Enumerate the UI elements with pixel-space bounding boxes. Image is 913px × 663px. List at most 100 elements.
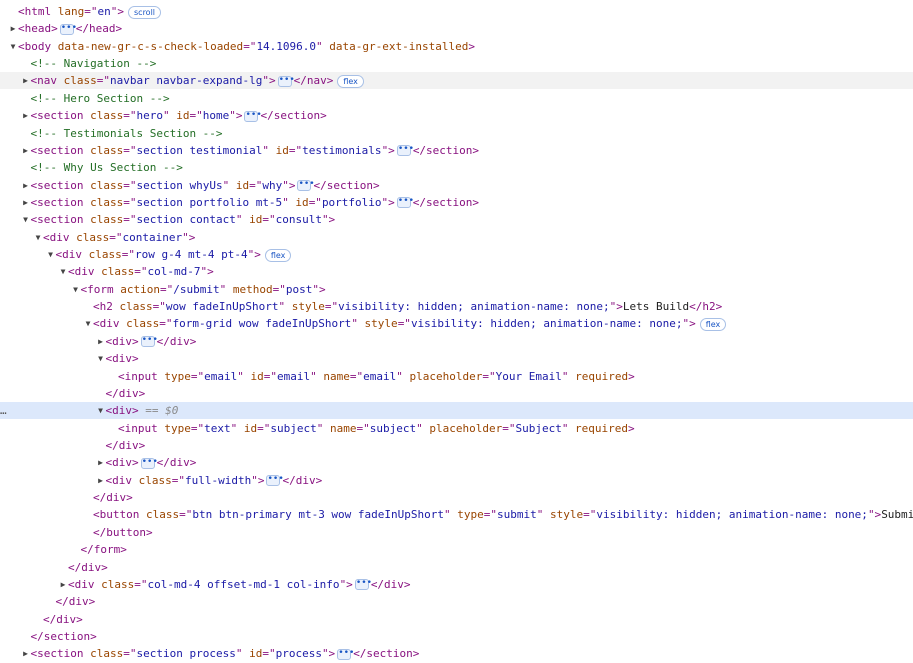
- triangle-right-icon[interactable]: ▶: [96, 454, 106, 471]
- triangle-right-icon[interactable]: ▶: [21, 72, 31, 89]
- triangle-right-icon[interactable]: ▶: [58, 576, 68, 593]
- triangle-right-icon[interactable]: ▶: [21, 107, 31, 124]
- ellipsis-icon[interactable]: •••: [244, 110, 262, 122]
- dom-node-row[interactable]: </form>: [0, 541, 913, 558]
- triangle-down-icon[interactable]: ▼: [96, 402, 106, 419]
- triangle-right-icon[interactable]: ▶: [96, 472, 106, 489]
- dom-node-row[interactable]: <!-- Testimonials Section -->: [0, 125, 913, 142]
- triangle-down-icon[interactable]: ▼: [58, 263, 68, 280]
- dom-node-row[interactable]: ▼ <div class="row g-4 mt-4 pt-4"> flex: [0, 246, 913, 263]
- tag-token: ": [316, 39, 323, 53]
- dom-node-row[interactable]: ▶ <nav class="navbar navbar-expand-lg"> ••…: [0, 72, 913, 90]
- triangle-right-icon[interactable]: ▶: [96, 333, 106, 350]
- tag-token: <head>: [18, 22, 58, 36]
- dom-node-row[interactable]: ▶ <div> •••</div>: [0, 454, 913, 471]
- ellipsis-icon[interactable]: •••: [396, 197, 414, 209]
- tag-token: =": [349, 369, 364, 383]
- dom-node-row[interactable]: <html lang="en"> scroll: [0, 3, 913, 20]
- dom-node-row[interactable]: <!-- Why Us Section -->: [0, 159, 913, 176]
- dom-node-row[interactable]: </section>: [0, 628, 913, 645]
- attribute-value: email: [204, 369, 238, 383]
- tag-token: =": [356, 421, 370, 435]
- triangle-right-icon[interactable]: ▶: [21, 177, 31, 194]
- ellipsis-icon[interactable]: •••: [140, 457, 158, 469]
- attribute-name: class: [139, 508, 180, 522]
- triangle-right-icon[interactable]: ▶: [21, 194, 31, 211]
- dom-node-row[interactable]: ▼ <form action="/submit" method="post">: [0, 281, 913, 298]
- dom-node-row[interactable]: ▼ <body data-new-gr-c-s-check-loaded="14.…: [0, 38, 913, 55]
- dom-node-row[interactable]: ▶ <div class="col-md-4 offset-md-1 col-in…: [0, 576, 913, 593]
- triangle-down-icon[interactable]: ▼: [21, 211, 31, 228]
- tag-token: ">: [381, 143, 395, 157]
- dom-node-row[interactable]: ▶ <section class="section whyUs" id="why"…: [0, 177, 913, 194]
- tag-token: <form: [80, 282, 114, 296]
- dom-node-row-selected[interactable]: … ▼ <div> == $0: [0, 402, 913, 420]
- flex-badge[interactable]: flex: [337, 74, 364, 88]
- dom-node-row[interactable]: </div>: [0, 437, 913, 454]
- flex-badge[interactable]: flex: [699, 317, 727, 331]
- dom-node-row[interactable]: ▶ <section class="section portfolio mt-5"…: [0, 194, 913, 211]
- dom-node-row[interactable]: ▶ <section class="hero" id="home"> •••</se…: [0, 107, 913, 124]
- ellipsis-icon[interactable]: •••: [59, 23, 77, 35]
- triangle-down-icon[interactable]: ▼: [96, 350, 106, 367]
- tag-token: =": [272, 282, 286, 296]
- ellipsis-icon[interactable]: •••: [266, 475, 284, 487]
- attribute-value: home: [202, 109, 230, 123]
- triangle-down-icon[interactable]: ▼: [83, 315, 93, 332]
- selected-node-reference: == $0: [138, 404, 179, 418]
- flex-badge[interactable]: flex: [264, 248, 292, 262]
- dom-node-row[interactable]: <h2 class="wow fadeInUpShort" style="vis…: [0, 298, 913, 315]
- ellipsis-icon[interactable]: •••: [354, 579, 372, 591]
- dom-node-row[interactable]: <!-- Hero Section -->: [0, 90, 913, 107]
- ellipsis-icon[interactable]: •••: [277, 75, 295, 87]
- attribute-value: btn btn-primary mt-3 wow fadeInUpShort: [192, 508, 445, 522]
- dom-node-row[interactable]: ▶ <div class="full-width"> •••</div>: [0, 472, 913, 489]
- tag-token: </section>: [412, 195, 480, 209]
- tag-token: </div>: [55, 595, 96, 609]
- triangle-right-icon[interactable]: ▶: [21, 645, 31, 662]
- dom-node-row[interactable]: <input type="email" id="email" name="ema…: [0, 368, 913, 385]
- dom-node-row[interactable]: ▶ <div> •••</div>: [0, 333, 913, 350]
- elements-dom-tree[interactable]: <html lang="en"> scroll ▶ <head> •••</head> ▼…: [0, 0, 913, 663]
- triangle-down-icon[interactable]: ▼: [46, 246, 56, 263]
- attribute-value: wow fadeInUpShort: [165, 300, 279, 314]
- dom-node-row[interactable]: ▼ <div class="col-md-7">: [0, 263, 913, 280]
- dom-node-row[interactable]: <!-- Navigation -->: [0, 55, 913, 72]
- triangle-right-icon[interactable]: ▶: [21, 142, 31, 159]
- tag-token: =": [123, 109, 137, 123]
- row-menu-icon[interactable]: …: [0, 402, 7, 419]
- ellipsis-icon[interactable]: •••: [396, 145, 414, 157]
- ellipsis-icon[interactable]: •••: [297, 180, 315, 192]
- dom-node-row[interactable]: ▶ <section class="section testimonial" id…: [0, 142, 913, 159]
- triangle-down-icon[interactable]: ▼: [71, 281, 81, 298]
- dom-node-row[interactable]: </button>: [0, 524, 913, 541]
- attribute-name: class: [132, 473, 172, 487]
- dom-node-row[interactable]: </div>: [0, 489, 913, 506]
- dom-node-row[interactable]: </div>: [0, 611, 913, 628]
- dom-node-row[interactable]: ▶ <head> •••</head>: [0, 20, 913, 37]
- dom-node-row[interactable]: <button class="btn btn-primary mt-3 wow …: [0, 506, 913, 523]
- tag-token: </h2>: [689, 300, 723, 314]
- attribute-name: data-gr-ext-installed: [322, 39, 469, 53]
- dom-node-row[interactable]: ▼ <section class="section contact" id="co…: [0, 211, 913, 228]
- attribute-name: type: [157, 421, 191, 435]
- dom-node-row[interactable]: ▼ <div class="form-grid wow fadeInUpShort…: [0, 315, 913, 332]
- attribute-value: section whyUs: [136, 178, 223, 192]
- dom-node-row[interactable]: </div>: [0, 385, 913, 402]
- triangle-down-icon[interactable]: ▼: [33, 229, 43, 246]
- scroll-badge[interactable]: scroll: [128, 5, 162, 19]
- ellipsis-icon[interactable]: •••: [140, 336, 158, 348]
- dom-node-row[interactable]: ▼ <div>: [0, 350, 913, 367]
- comment-text: <!-- Navigation -->: [30, 57, 157, 71]
- dom-node-row[interactable]: ▶ <section class="section process" id="pr…: [0, 645, 913, 662]
- dom-node-row[interactable]: </div>: [0, 559, 913, 576]
- attribute-value: col-md-4 offset-md-1 col-info: [147, 577, 340, 591]
- dom-node-row[interactable]: <input type="text" id="subject" name="su…: [0, 420, 913, 437]
- ellipsis-icon[interactable]: •••: [337, 648, 354, 660]
- triangle-down-icon[interactable]: ▼: [8, 38, 18, 55]
- dom-node-row[interactable]: ▼ <div class="container">: [0, 229, 913, 246]
- triangle-right-icon[interactable]: ▶: [8, 20, 18, 37]
- attribute-value: post: [285, 282, 313, 296]
- dom-node-row[interactable]: </div>: [0, 593, 913, 610]
- tag-token: =": [159, 317, 173, 331]
